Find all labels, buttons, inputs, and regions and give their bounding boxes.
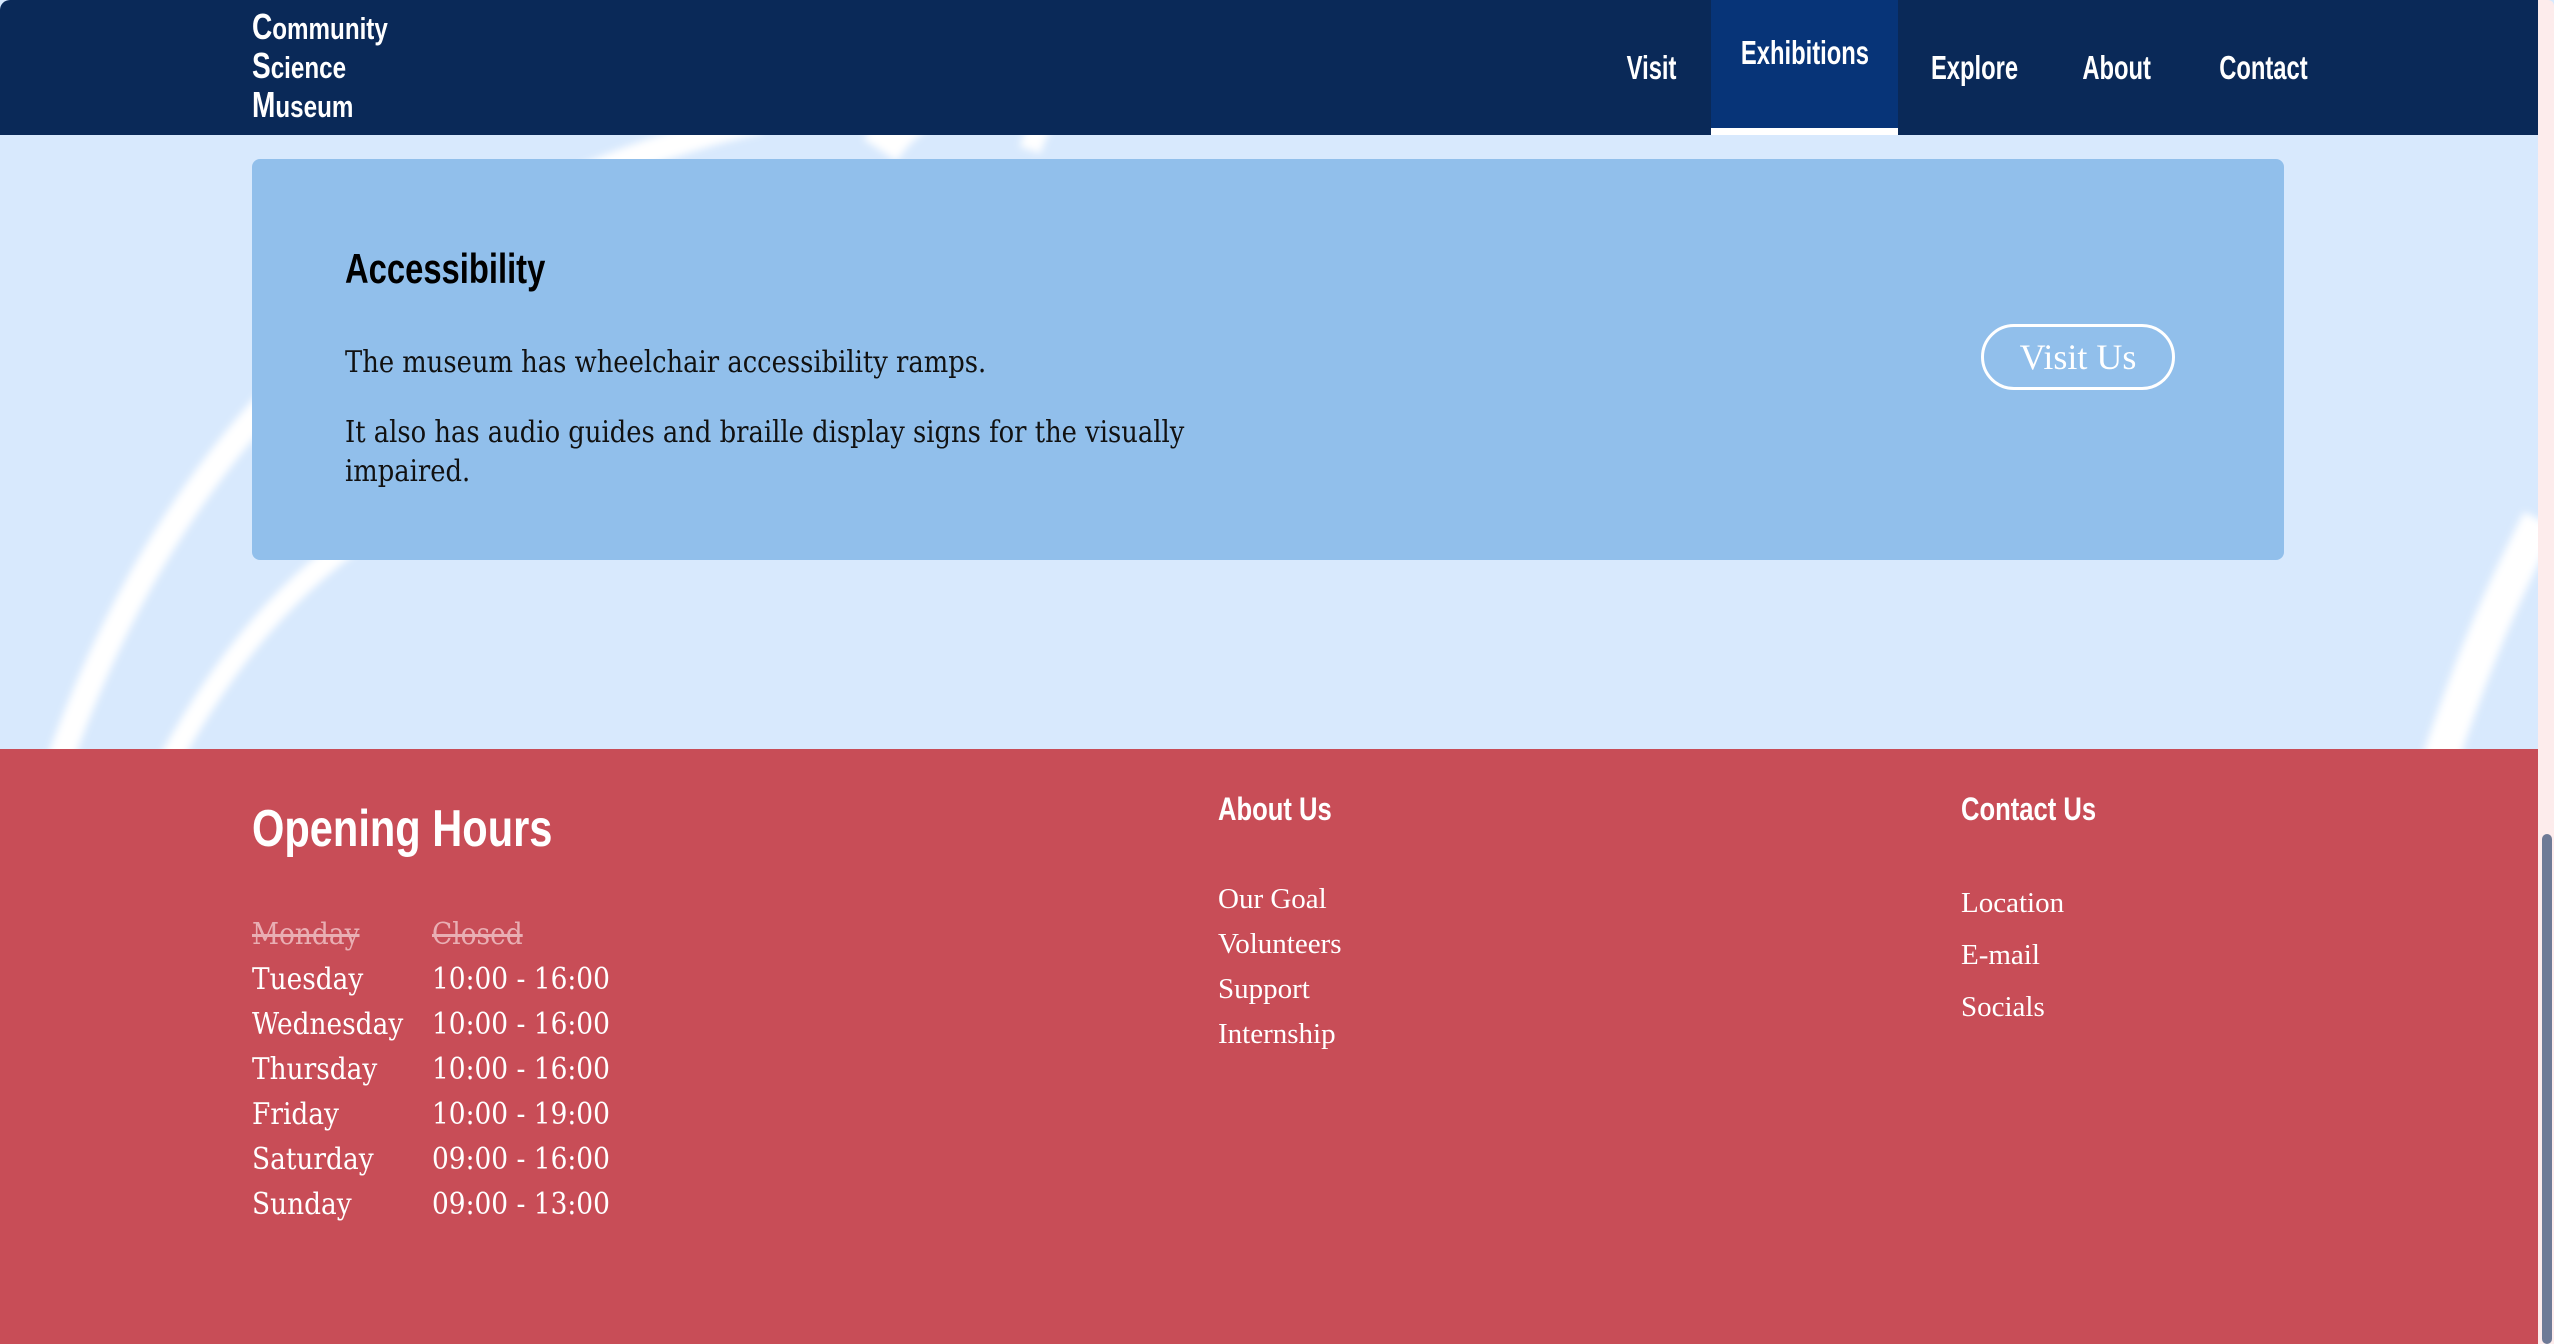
- hours-time: 09:00 - 16:00: [432, 1142, 610, 1177]
- hours-time: 10:00 - 16:00: [432, 962, 610, 997]
- hours-row: Friday 10:00 - 19:00: [252, 1092, 634, 1137]
- about-us-title: About Us: [1218, 791, 1332, 827]
- hours-day: Wednesday: [252, 1007, 404, 1042]
- hours-row: Monday Closed: [252, 912, 634, 957]
- logo-line: Museum: [252, 84, 354, 125]
- hours-day: Monday: [252, 917, 360, 952]
- scrollbar-thumb[interactable]: [2542, 834, 2552, 1344]
- hours-time: 10:00 - 16:00: [432, 1052, 610, 1087]
- site-logo[interactable]: Community Science Museum: [252, 8, 388, 125]
- hours-day: Sunday: [252, 1187, 352, 1222]
- hours-row: Tuesday 10:00 - 16:00: [252, 957, 634, 1002]
- card-title: Accessibility: [345, 245, 546, 292]
- nav-item-about[interactable]: About: [2074, 0, 2160, 135]
- opening-hours-title: Opening Hours: [252, 800, 553, 858]
- footer-link-socials[interactable]: Socials: [1961, 981, 2064, 1033]
- footer-link-location[interactable]: Location: [1961, 877, 2064, 929]
- footer-link-internship[interactable]: Internship: [1218, 1012, 1342, 1057]
- footer-link-our-goal[interactable]: Our Goal: [1218, 877, 1342, 922]
- nav-item-explore[interactable]: Explore: [1920, 0, 2030, 135]
- hours-day: Thursday: [252, 1052, 378, 1087]
- hours-time: 10:00 - 16:00: [432, 1007, 610, 1042]
- accessibility-card: Accessibility The museum has wheelchair …: [252, 159, 2284, 560]
- hours-time: Closed: [432, 917, 523, 952]
- nav-item-contact[interactable]: Contact: [2210, 0, 2316, 135]
- visit-us-button[interactable]: Visit Us: [1981, 324, 2175, 390]
- hours-row: Wednesday 10:00 - 16:00: [252, 1002, 634, 1047]
- page: Community Science Museum Visit Exhibitio…: [0, 0, 2538, 1344]
- top-navigation: Community Science Museum Visit Exhibitio…: [0, 0, 2538, 135]
- contact-us-title: Contact Us: [1961, 791, 2097, 827]
- vertical-scrollbar[interactable]: [2538, 0, 2554, 1344]
- hours-row: Sunday 09:00 - 13:00: [252, 1182, 634, 1227]
- footer: Opening Hours Monday Closed Tuesday 10:00 …: [0, 749, 2538, 1344]
- card-paragraph: The museum has wheelchair accessibility …: [345, 345, 987, 380]
- nav-item-visit[interactable]: Visit: [1610, 0, 1694, 135]
- card-paragraph: It also has audio guides and braille dis…: [345, 415, 1185, 489]
- hours-row: Saturday 09:00 - 16:00: [252, 1137, 634, 1182]
- hours-day: Tuesday: [252, 962, 364, 997]
- logo-line: Science: [252, 45, 347, 86]
- nav-item-exhibitions[interactable]: Exhibitions: [1711, 0, 1898, 135]
- hours-day: Saturday: [252, 1142, 374, 1177]
- arc-decoration: [2424, 511, 2538, 750]
- contact-us-links: Location E-mail Socials: [1961, 877, 2064, 1033]
- hours-day: Friday: [252, 1097, 339, 1132]
- footer-link-support[interactable]: Support: [1218, 967, 1342, 1012]
- opening-hours-table: Monday Closed Tuesday 10:00 - 16:00 Wednes…: [252, 912, 634, 1227]
- hours-row: Thursday 10:00 - 16:00: [252, 1047, 634, 1092]
- logo-line: Community: [252, 6, 388, 47]
- about-us-links: Our Goal Volunteers Support Internship: [1218, 877, 1342, 1057]
- hours-time: 09:00 - 13:00: [432, 1187, 610, 1222]
- footer-link-email[interactable]: E-mail: [1961, 929, 2064, 981]
- hours-time: 10:00 - 19:00: [432, 1097, 610, 1132]
- footer-link-volunteers[interactable]: Volunteers: [1218, 922, 1342, 967]
